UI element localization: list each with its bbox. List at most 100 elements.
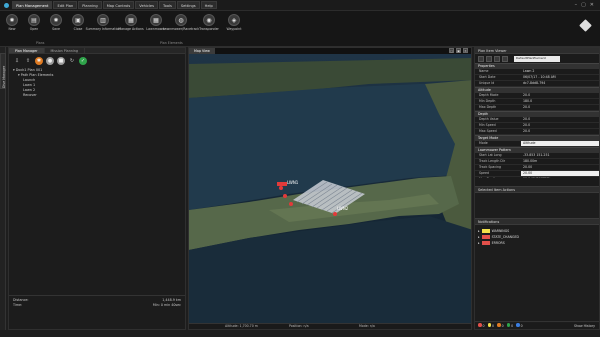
status-count[interactable]: 0	[478, 323, 485, 328]
window-controls: – ▢ ✕	[575, 2, 600, 8]
item-selector[interactable]: DefaultPlanElement	[514, 55, 560, 62]
property-value[interactable]: 180.0	[521, 99, 599, 104]
expand-arrow-icon[interactable]: ▸	[478, 241, 480, 245]
property-value[interactable]: 20.0	[521, 117, 599, 122]
map-label-lwn1: LWN1	[287, 180, 299, 185]
menu-item-edit-plan[interactable]: Edit Plan	[53, 1, 78, 9]
menu-item-settings[interactable]: Settings	[176, 1, 200, 9]
map-label-lwn2: LWN2	[337, 206, 349, 211]
save-button[interactable]: ✸ Save	[47, 14, 65, 46]
property-key: Min Speed	[479, 123, 496, 127]
tab-mission-planning[interactable]: Mission Planning	[45, 48, 85, 53]
status-count-value: 0	[482, 323, 485, 328]
property-value[interactable]: 90.0 (EXPORTED)	[521, 177, 599, 178]
property-row: Max Depth90.0 (EXPORTED)	[475, 177, 599, 178]
severity-swatch	[481, 241, 490, 245]
collapse-icon[interactable]	[502, 55, 508, 62]
maximize-icon[interactable]: ▢	[581, 2, 586, 8]
property-value[interactable]: 20.00	[521, 171, 599, 176]
property-value[interactable]: 20.0	[521, 129, 599, 134]
ribbon-button-label: Open	[29, 27, 39, 31]
close-window-icon[interactable]: ✕	[590, 2, 594, 8]
new-button[interactable]: ✸ New	[3, 14, 21, 46]
record-icon[interactable]: ●	[46, 57, 54, 65]
summary-information-button[interactable]: ▥ Summary Information	[86, 14, 120, 46]
summary-key: Time:	[13, 303, 23, 307]
dock-icon[interactable]: ▣	[456, 48, 461, 53]
property-key: Track Spacing	[479, 165, 502, 169]
status-count[interactable]: 0	[506, 323, 513, 328]
tab-plan-manager[interactable]: Plan Manager	[9, 48, 45, 53]
expand-arrow-icon[interactable]: ▸	[478, 235, 480, 239]
property-key: Max Speed	[479, 129, 497, 133]
property-value[interactable]: 20.0	[521, 123, 599, 128]
menu-item-plan-management[interactable]: Plan Management	[12, 1, 53, 9]
group-label-plans: Plans	[36, 41, 45, 45]
position-readout: Position: n/a	[289, 324, 309, 328]
property-value[interactable]: 180.00m	[521, 159, 599, 164]
expand-icon[interactable]	[494, 55, 500, 62]
status-count[interactable]: 0	[516, 323, 523, 328]
menu-item-help[interactable]: Help	[200, 1, 217, 9]
tree-item[interactable]: Recover	[13, 93, 185, 98]
selected-item-actions-title: Selected Item Actions	[475, 187, 599, 193]
status-dot-icon	[506, 323, 511, 327]
refresh-icon[interactable]: ↻	[68, 57, 76, 65]
plan-manager-panel: Plan Manager Mission Planning ⇩ ⇧ ✱ ● ■ ↻ ✓ ▾ D…	[8, 47, 186, 330]
validate-icon[interactable]: ✓	[79, 57, 87, 65]
map-view[interactable]: Map View ▢ ▣ ✕ LWN1 LWN2 Altitude: 1,700…	[188, 47, 472, 330]
property-value[interactable]: -33.853 151.251	[521, 153, 599, 158]
status-count-value: 0	[492, 323, 495, 328]
waypoint-icon: ◈	[228, 14, 240, 26]
notification-counts: 0 0 0 0 0 Show History	[475, 321, 599, 329]
map-canvas[interactable]: LWN1 LWN2	[189, 54, 472, 325]
ribbon-button-label: Transponder	[199, 27, 219, 31]
close-map-icon[interactable]: ✕	[463, 48, 468, 53]
property-key: Unique Id	[479, 81, 495, 85]
summary-value: Min: 0 min 40sec	[152, 303, 181, 307]
ribbon-button-label: Waypoint	[226, 27, 242, 31]
ribbon-button-label: Save	[52, 27, 60, 31]
move-down-icon[interactable]: ⇩	[13, 57, 21, 65]
property-value[interactable]: 06/07/17 - 10:48 AM	[521, 75, 599, 80]
menu-item-vehicles[interactable]: Vehicles	[135, 1, 159, 9]
property-value[interactable]: 20.00	[521, 165, 599, 170]
property-value[interactable]: Lawn 2	[521, 69, 599, 74]
status-count[interactable]: 0	[497, 323, 504, 328]
menu-item-tools[interactable]: Tools	[159, 1, 176, 9]
property-key: Track Length Dir	[479, 159, 506, 163]
severity-swatch	[481, 235, 490, 239]
restore-icon[interactable]: ▢	[449, 48, 454, 53]
notification-row[interactable]: ▸ ERRORS	[475, 240, 599, 246]
settings-icon[interactable]: ✱	[35, 57, 43, 65]
menu-item-map-controls[interactable]: Map Controls	[102, 1, 135, 9]
property-value[interactable]: 20.0	[521, 105, 599, 110]
expand-arrow-icon[interactable]: ▸	[478, 229, 480, 233]
filter-icon[interactable]	[486, 55, 492, 62]
sort-icon[interactable]	[478, 55, 484, 62]
notification-label: ERRORS	[491, 241, 505, 245]
plan-item-viewer-panel: Plan Item Viewer DefaultPlanElement Prop…	[474, 47, 600, 330]
waypoint-button[interactable]: ◈ Waypoint	[225, 14, 243, 46]
menu-item-planning[interactable]: Planning	[78, 1, 102, 9]
property-key: Depth Mode	[479, 93, 499, 97]
notification-label: WARNINGS	[491, 229, 510, 233]
property-value[interactable]: Altitude	[521, 141, 599, 146]
transponder-button[interactable]: ◉ Transponder	[197, 14, 221, 46]
show-history-button[interactable]: Show History	[574, 324, 595, 328]
minimize-icon[interactable]: –	[575, 2, 578, 8]
status-dot-icon	[497, 323, 501, 327]
status-count[interactable]: 0	[487, 323, 495, 328]
status-count-value: 0	[501, 323, 504, 328]
move-up-icon[interactable]: ⇧	[24, 57, 32, 65]
plan-summary: Distance: 1,448.9 km Time: Min: 0 min 40sec	[9, 295, 185, 329]
status-dot-icon	[478, 323, 482, 327]
close-button[interactable]: ▣ Close	[69, 14, 87, 46]
property-value[interactable]: 20.0	[521, 93, 599, 98]
status-dot-icon	[516, 323, 520, 327]
plan-manager-toolbar: ⇩ ⇧ ✱ ● ■ ↻ ✓	[9, 54, 185, 68]
manage-actions-button[interactable]: ▦ Manage Actions	[118, 14, 144, 46]
tab-dive-manager[interactable]: Dive Manager	[0, 53, 6, 89]
property-value[interactable]: dc7-8dd8-794	[521, 81, 599, 86]
layers-icon[interactable]: ■	[57, 57, 65, 65]
